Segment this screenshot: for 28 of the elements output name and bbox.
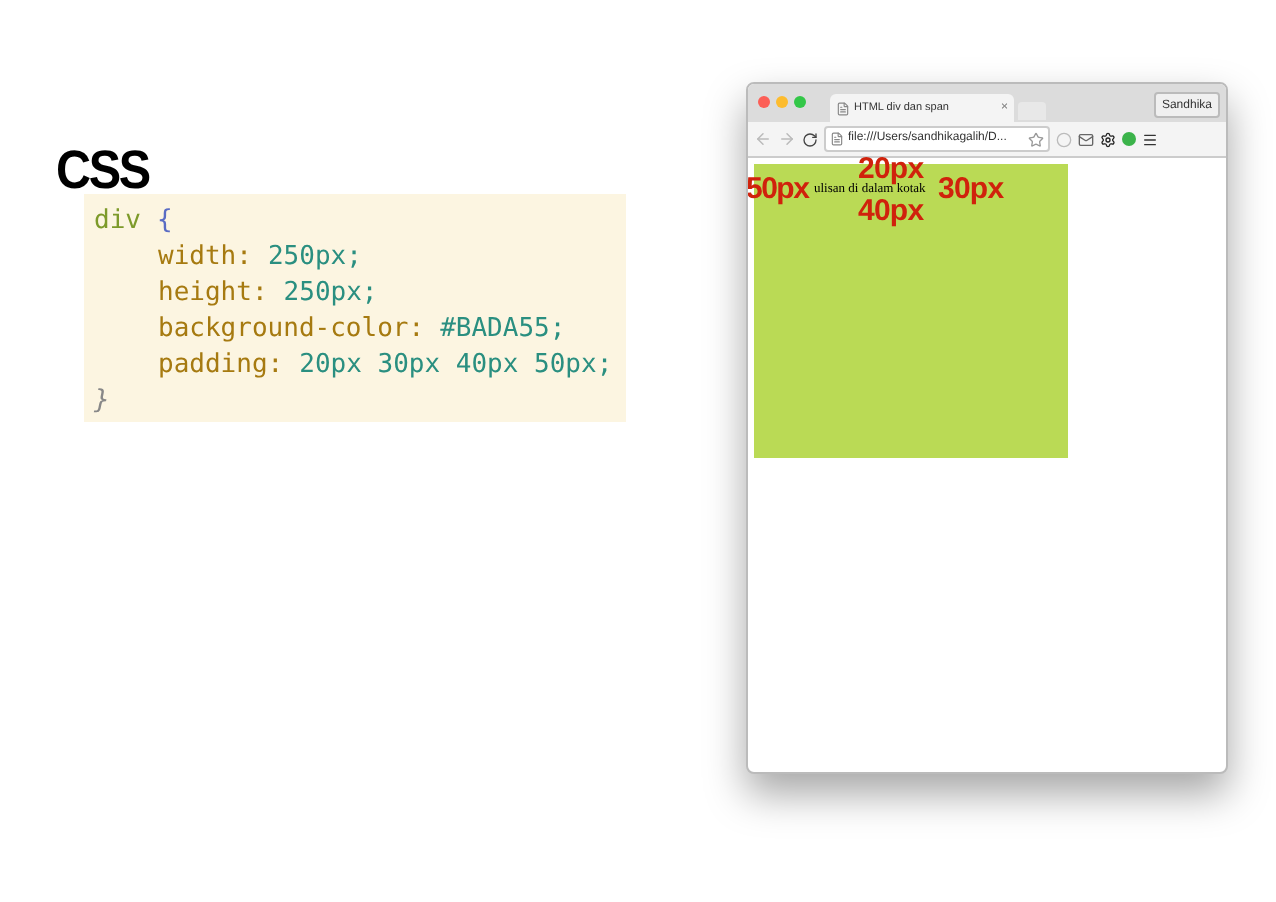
code-value: #BADA55; xyxy=(440,312,566,348)
reload-icon[interactable] xyxy=(802,131,818,147)
page-icon xyxy=(830,132,844,146)
code-value: 20px 30px 40px 50px; xyxy=(299,348,613,384)
extension-icon[interactable] xyxy=(1122,132,1136,146)
padding-label: 30px xyxy=(938,174,1004,204)
close-window-icon[interactable] xyxy=(758,96,770,108)
code-property: background-color: xyxy=(158,312,425,348)
slide-title: CSS xyxy=(56,144,149,198)
code-property: padding: xyxy=(158,348,284,384)
code-property: width: xyxy=(158,240,252,276)
padding-label: 40px xyxy=(858,196,924,226)
code-brace: { xyxy=(156,204,173,240)
code-value: 250px; xyxy=(283,276,378,312)
code-brace: } xyxy=(94,384,110,420)
code-property: height: xyxy=(158,276,268,312)
page-icon xyxy=(836,101,850,115)
bookmark-star-icon[interactable] xyxy=(1028,131,1044,147)
back-icon[interactable] xyxy=(754,130,772,148)
extension-icon[interactable] xyxy=(1056,131,1072,147)
zoom-window-icon[interactable] xyxy=(794,96,806,108)
minimize-window-icon[interactable] xyxy=(776,96,788,108)
code-value: 250px; xyxy=(267,240,362,276)
forward-icon[interactable] xyxy=(778,130,796,148)
menu-icon[interactable] xyxy=(1142,131,1158,147)
settings-icon[interactable] xyxy=(1100,131,1116,147)
mail-icon[interactable] xyxy=(1078,131,1094,147)
code-selector: div xyxy=(94,204,141,240)
